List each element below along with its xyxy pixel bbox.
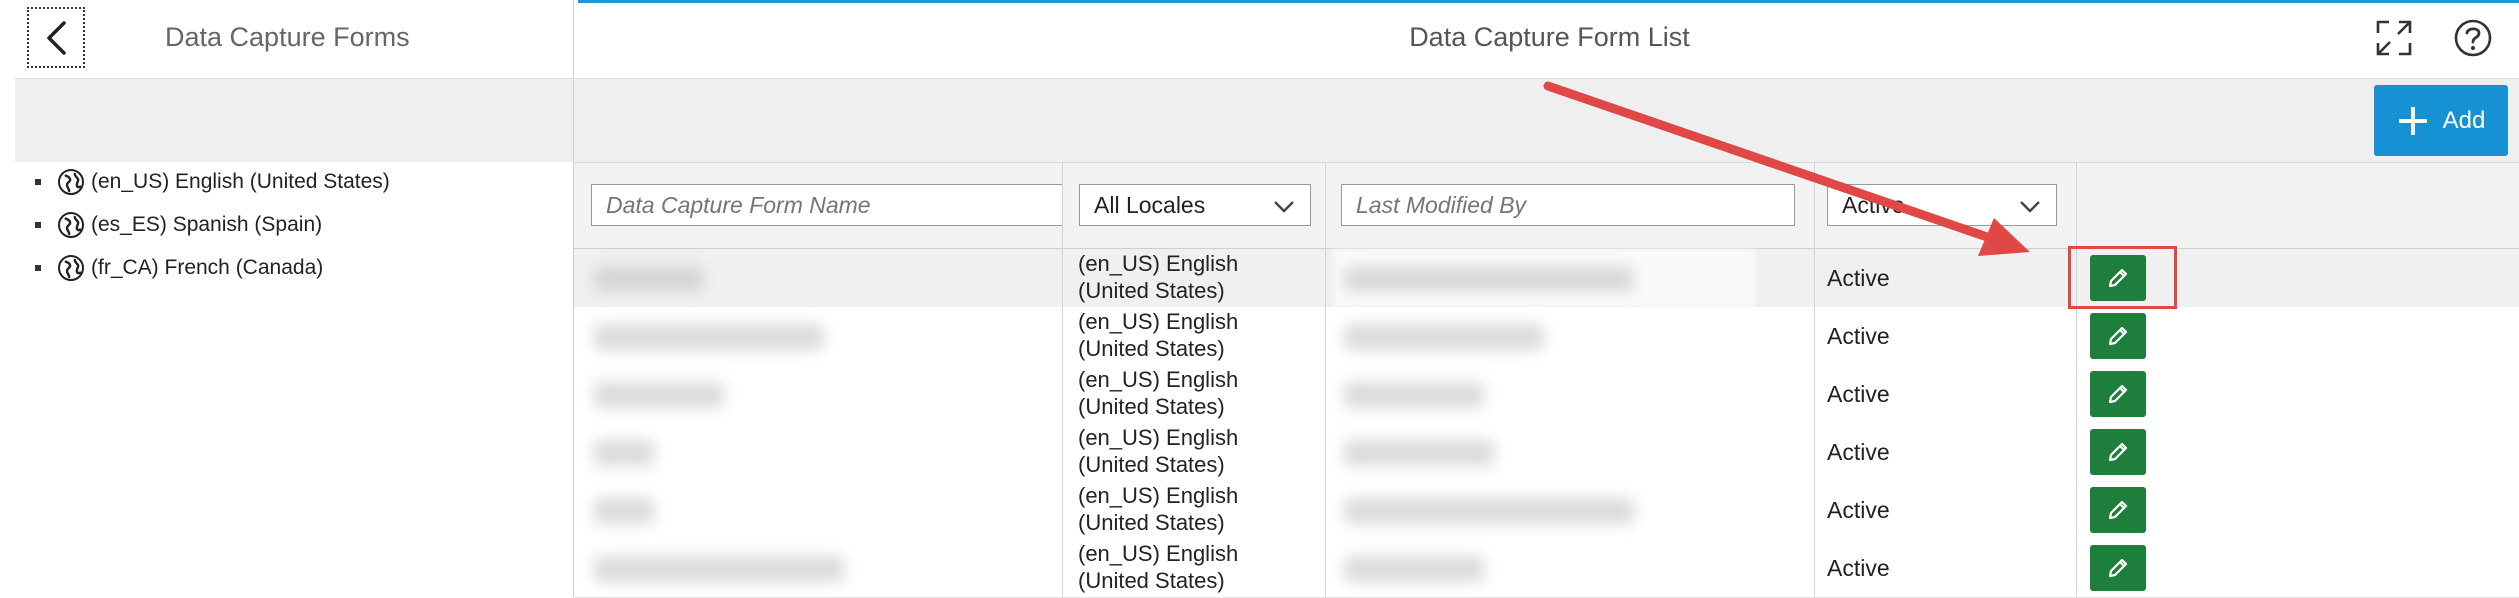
locale-cell: (en_US) English (United States) <box>1078 424 1238 478</box>
status-filter-value: Active <box>1842 191 1905 218</box>
locale-line: (en_US) English <box>1078 251 1239 276</box>
locale-line: (United States) <box>1078 452 1225 477</box>
locale-line: (United States) <box>1078 568 1225 593</box>
last-modified-filter-input[interactable]: Last Modified By <box>1341 184 1795 226</box>
pencil-icon <box>2105 323 2131 349</box>
annotation-highlight-box <box>2068 246 2177 309</box>
fullscreen-icon <box>2374 18 2414 58</box>
chevron-down-icon <box>1272 195 1296 222</box>
locale-filter-select[interactable]: All Locales <box>1079 184 1311 226</box>
locale-line: (en_US) English <box>1078 309 1239 334</box>
locale-line: (en_US) English <box>1078 367 1239 392</box>
globe-icon <box>57 211 85 239</box>
column-separator <box>1062 163 1063 597</box>
chevron-down-icon <box>2018 195 2042 222</box>
status-cell: Active <box>1827 265 1890 291</box>
globe-icon <box>57 168 85 196</box>
pencil-icon <box>2105 439 2131 465</box>
locale-line: (en_US) English <box>1078 541 1239 566</box>
table-row[interactable]: (en_US) English (United States) Active <box>574 481 2519 540</box>
locale-cell: (en_US) English (United States) <box>1078 482 1238 536</box>
fullscreen-button[interactable] <box>2371 15 2417 61</box>
redacted-form-name <box>594 266 704 292</box>
tree-item-fr-ca[interactable]: (fr_CA) French (Canada) <box>35 253 323 283</box>
redacted-modified-by <box>1344 440 1494 466</box>
main-title: Data Capture Form List <box>1409 22 1690 52</box>
redacted-modified-by <box>1344 266 1634 292</box>
main-title-wrapper: Data Capture Form List <box>0 22 2519 53</box>
redacted-form-name <box>594 440 654 466</box>
pencil-icon <box>2105 497 2131 523</box>
edit-button[interactable] <box>2090 487 2146 533</box>
tree-item-label: (fr_CA) French (Canada) <box>91 256 324 279</box>
locale-filter-value: All Locales <box>1094 191 1206 218</box>
locale-line: (United States) <box>1078 394 1225 419</box>
status-cell: Active <box>1827 323 1890 349</box>
tree-item-es-es[interactable]: (es_ES) Spanish (Spain) <box>35 210 322 240</box>
locale-line: (en_US) English <box>1078 425 1239 450</box>
status-cell: Active <box>1827 381 1890 407</box>
help-button[interactable] <box>2450 15 2496 61</box>
tree-item-en-us[interactable]: (en_US) English (United States) <box>35 167 390 197</box>
locale-line: (United States) <box>1078 510 1225 535</box>
redacted-form-name <box>594 498 654 524</box>
pencil-icon <box>2105 381 2131 407</box>
redacted-modified-by <box>1344 324 1544 350</box>
table-row[interactable]: (en_US) English (United States) Active <box>574 423 2519 482</box>
redacted-form-name <box>594 556 844 582</box>
locale-line: (United States) <box>1078 278 1225 303</box>
column-separator <box>2076 163 2077 597</box>
redacted-form-name <box>594 324 824 350</box>
status-cell: Active <box>1827 439 1890 465</box>
add-button[interactable]: Add <box>2374 85 2508 156</box>
redacted-form-name <box>594 382 724 408</box>
table-row[interactable]: (en_US) English (United States) Active <box>574 539 2519 598</box>
help-icon <box>2453 18 2493 58</box>
form-name-filter-input[interactable]: Data Capture Form Name <box>591 184 1063 226</box>
left-toolbar <box>15 79 573 162</box>
bullet-icon <box>35 179 41 185</box>
redacted-modified-by <box>1344 382 1484 408</box>
column-separator <box>1325 163 1326 597</box>
column-separator <box>1814 163 1815 597</box>
pencil-icon <box>2105 555 2131 581</box>
locale-line: (en_US) English <box>1078 483 1239 508</box>
bullet-icon <box>35 265 41 271</box>
bullet-icon <box>35 222 41 228</box>
locale-cell: (en_US) English (United States) <box>1078 366 1238 420</box>
redacted-modified-by <box>1344 556 1484 582</box>
locale-cell: (en_US) English (United States) <box>1078 250 1238 304</box>
edit-button[interactable] <box>2090 371 2146 417</box>
status-cell: Active <box>1827 497 1890 523</box>
locale-cell: (en_US) English (United States) <box>1078 540 1238 594</box>
status-cell: Active <box>1827 555 1890 581</box>
globe-icon <box>57 254 85 282</box>
table-row[interactable]: (en_US) English (United States) Active <box>574 307 2519 366</box>
main-toolbar <box>574 79 2519 163</box>
tree-item-label: (en_US) English (United States) <box>91 170 390 193</box>
edit-button[interactable] <box>2090 545 2146 591</box>
edit-button[interactable] <box>2090 313 2146 359</box>
status-filter-select[interactable]: Active <box>1827 184 2057 226</box>
edit-button[interactable] <box>2090 429 2146 475</box>
table-row[interactable]: (en_US) English (United States) Active <box>574 365 2519 424</box>
table-row[interactable]: (en_US) English (United States) Active <box>574 249 2519 308</box>
filter-row: Data Capture Form Name All Locales Last … <box>574 163 2519 249</box>
locale-cell: (en_US) English (United States) <box>1078 308 1238 362</box>
locale-line: (United States) <box>1078 336 1225 361</box>
plus-icon <box>2397 105 2429 137</box>
add-button-label: Add <box>2442 106 2486 134</box>
tree-item-label: (es_ES) Spanish (Spain) <box>91 213 323 236</box>
redacted-modified-by <box>1344 498 1634 524</box>
